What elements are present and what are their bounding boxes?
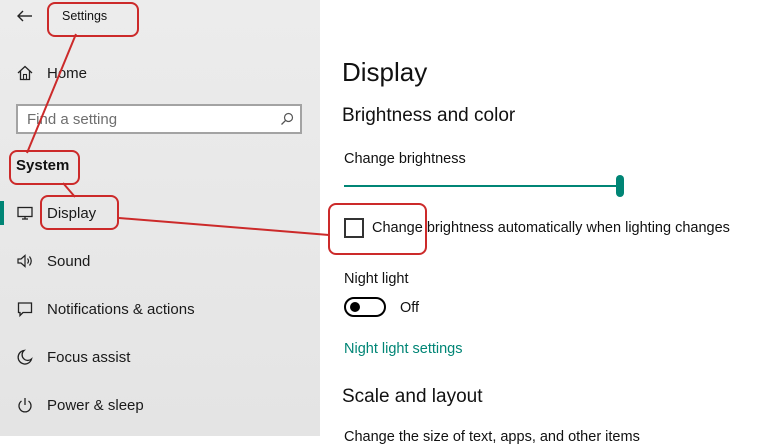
search-input[interactable] — [27, 110, 277, 128]
home-icon — [16, 64, 34, 82]
sidebar-item-label: Focus assist — [47, 348, 131, 366]
toggle-knob — [350, 302, 360, 312]
nav-home[interactable]: Home — [0, 53, 320, 93]
page-title: Display — [342, 57, 428, 87]
night-light-toggle[interactable] — [344, 297, 386, 317]
brightness-slider-label: Change brightness — [344, 151, 466, 167]
back-button[interactable] — [12, 6, 36, 26]
sidebar-item-display[interactable]: Display — [0, 193, 320, 233]
search-box — [16, 104, 302, 134]
section-heading-brightness: Brightness and color — [342, 105, 516, 126]
search-icon[interactable] — [280, 112, 294, 126]
nav-home-label: Home — [47, 64, 88, 82]
scale-description: Change the size of text, apps, and other… — [344, 429, 640, 445]
night-light-label: Night light — [344, 271, 409, 287]
sidebar-item-label: Display — [47, 204, 97, 222]
sidebar-item-label: Power & sleep — [47, 396, 144, 414]
night-light-settings-link[interactable]: Night light settings — [344, 341, 462, 357]
night-light-state: Off — [400, 300, 420, 316]
sidebar-item-focus-assist[interactable]: Focus assist — [0, 337, 320, 377]
sidebar-item-label: Sound — [47, 252, 91, 270]
settings-sidebar: Settings Home System — [0, 0, 320, 436]
auto-brightness-label[interactable]: Change brightness automatically when lig… — [372, 220, 730, 236]
app-title: Settings — [62, 9, 108, 23]
back-arrow-icon — [17, 10, 32, 22]
notification-icon — [16, 300, 34, 318]
slider-thumb[interactable] — [616, 175, 624, 197]
sidebar-item-power-sleep[interactable]: Power & sleep — [0, 385, 320, 425]
auto-brightness-checkbox[interactable] — [344, 218, 364, 238]
sidebar-item-notifications[interactable]: Notifications & actions — [0, 289, 320, 329]
slider-fill — [344, 185, 620, 187]
moon-icon — [16, 348, 34, 366]
power-icon — [16, 396, 34, 414]
speaker-icon — [16, 252, 34, 270]
section-heading-scale: Scale and layout — [342, 386, 483, 407]
monitor-icon — [16, 204, 34, 222]
sidebar-item-sound[interactable]: Sound — [0, 241, 320, 281]
section-heading-system: System — [16, 157, 70, 174]
sidebar-item-label: Notifications & actions — [47, 300, 195, 318]
